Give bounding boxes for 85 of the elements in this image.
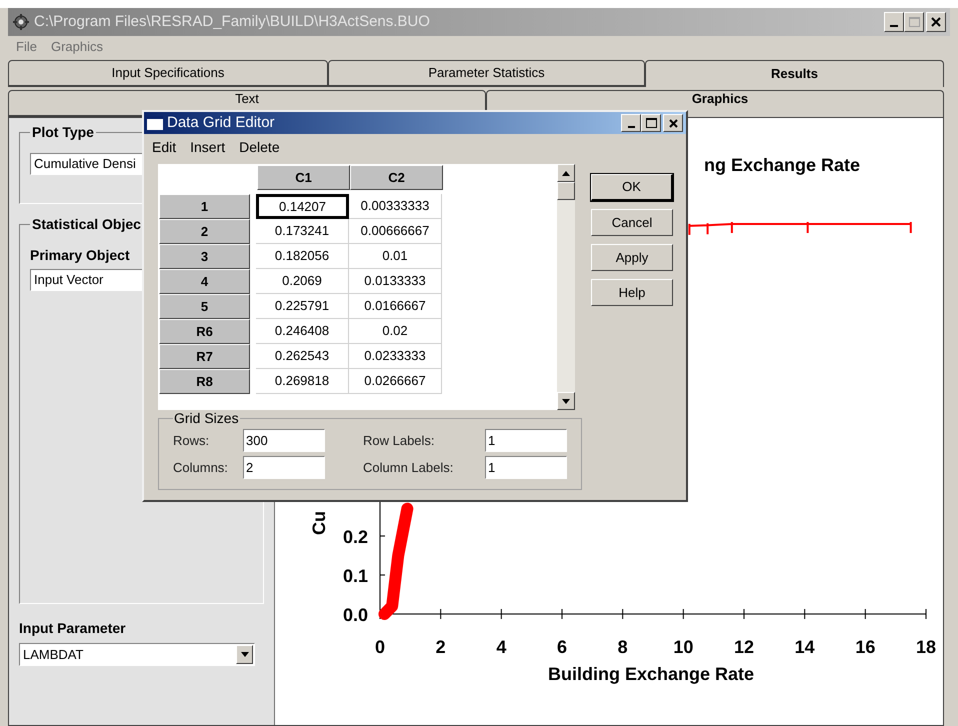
- table-cell[interactable]: 0.0133333: [349, 269, 442, 294]
- window-title: C:\Program Files\RESRAD_Family\BUILD\H3ActSens.BUO: [34, 12, 431, 32]
- row-header[interactable]: 4: [159, 269, 250, 294]
- table-cell[interactable]: 0.00666667: [349, 219, 442, 244]
- scroll-up-button[interactable]: [557, 164, 575, 182]
- table-cell[interactable]: 0.269818: [256, 369, 349, 394]
- group-title: Grid Sizes: [173, 409, 240, 428]
- window-icon: [147, 116, 163, 130]
- row-header[interactable]: 5: [159, 294, 250, 319]
- tick-label: 0.2: [342, 527, 368, 547]
- group-title: Statistical Objec: [31, 215, 142, 234]
- maximize-button[interactable]: [641, 114, 661, 132]
- field-label: Row Labels:: [363, 432, 436, 450]
- dialog-button[interactable]: Apply: [591, 244, 673, 271]
- dialog-button[interactable]: Cancel: [591, 209, 673, 236]
- maximize-button[interactable]: [904, 12, 924, 32]
- group-title: Plot Type: [31, 123, 95, 142]
- close-button[interactable]: [926, 12, 946, 32]
- tick-label: 0.0: [342, 605, 368, 625]
- input-field[interactable]: 2: [243, 456, 325, 479]
- tick-label: 8: [618, 637, 628, 657]
- tick-label: 10: [673, 637, 694, 657]
- maximize-icon: [908, 17, 920, 27]
- scroll-down-button[interactable]: [557, 392, 575, 410]
- tab[interactable]: Results: [645, 60, 944, 87]
- field-label: Columns:: [173, 458, 229, 477]
- column-header[interactable]: C1: [257, 165, 350, 190]
- tab[interactable]: Parameter Statistics: [328, 60, 645, 87]
- table-cell[interactable]: 0.246408: [256, 319, 349, 344]
- field-label: Input Parameter: [19, 619, 127, 638]
- dialog-button[interactable]: OK: [591, 174, 673, 201]
- close-button[interactable]: [663, 114, 683, 132]
- tick-label: 0: [375, 637, 385, 657]
- table-cell[interactable]: 0.00333333: [349, 194, 442, 219]
- table-cell[interactable]: 0.2069: [256, 269, 349, 294]
- row-header[interactable]: 1: [159, 194, 250, 219]
- row-header[interactable]: 2: [159, 219, 250, 244]
- minimize-button[interactable]: [884, 12, 904, 32]
- table-cell[interactable]: 0.225791: [256, 294, 349, 319]
- minimize-button[interactable]: [621, 114, 641, 132]
- table-cell[interactable]: 0.01: [349, 244, 442, 269]
- tab[interactable]: Input Specifications: [8, 60, 328, 87]
- field-label: Primary Object: [30, 246, 130, 265]
- dropdown-value: LAMBDAT: [23, 646, 84, 664]
- chart-title: ng Exchange Rate: [704, 155, 860, 175]
- table-cell[interactable]: 0.0266667: [349, 369, 442, 394]
- column-header[interactable]: C2: [350, 165, 443, 190]
- up-arrow-icon: [562, 170, 570, 176]
- input-parameter-dropdown[interactable]: LAMBDAT: [19, 643, 255, 666]
- table-cell[interactable]: 0.262543: [256, 344, 349, 369]
- row-header[interactable]: R7: [159, 344, 250, 369]
- row-header[interactable]: R6: [159, 319, 250, 344]
- down-arrow-icon: [562, 398, 570, 404]
- maximize-icon: [646, 118, 656, 128]
- input-field[interactable]: 300: [243, 429, 325, 452]
- row-header[interactable]: R8: [159, 369, 250, 394]
- close-icon: [931, 17, 941, 27]
- y-axis-label: Cu: [309, 511, 329, 535]
- app-icon: [12, 13, 30, 31]
- input-field[interactable]: 1: [485, 429, 567, 452]
- table-cell[interactable]: 0.0233333: [349, 344, 442, 369]
- tick-label: 0.1: [342, 566, 368, 586]
- field-label: Rows:: [173, 432, 210, 450]
- table-cell[interactable]: 0.173241: [256, 219, 349, 244]
- dialog-button[interactable]: Help: [591, 279, 673, 306]
- tick-label: 4: [496, 637, 506, 657]
- tick-label: 2: [436, 637, 446, 657]
- table-cell[interactable]: 0.02: [349, 319, 442, 344]
- row-header[interactable]: 3: [159, 244, 250, 269]
- minimize-icon: [890, 25, 898, 27]
- input-field[interactable]: 1: [485, 456, 567, 479]
- minimize-icon: [628, 126, 634, 128]
- scrollbar[interactable]: [557, 164, 575, 410]
- field-label: Column Labels:: [363, 458, 454, 477]
- scroll-thumb[interactable]: [557, 182, 575, 200]
- table-cell[interactable]: 0.14207: [256, 194, 349, 219]
- tick-label: 18: [916, 637, 936, 657]
- tick-label: 12: [734, 637, 754, 657]
- tick-label: 16: [855, 637, 876, 657]
- table-cell[interactable]: 0.0166667: [349, 294, 442, 319]
- x-axis-label: Building Exchange Rate: [548, 664, 754, 684]
- close-icon: [668, 118, 678, 128]
- table-cell[interactable]: 0.182056: [256, 244, 349, 269]
- tick-label: 14: [794, 637, 815, 657]
- tick-label: 6: [557, 637, 567, 657]
